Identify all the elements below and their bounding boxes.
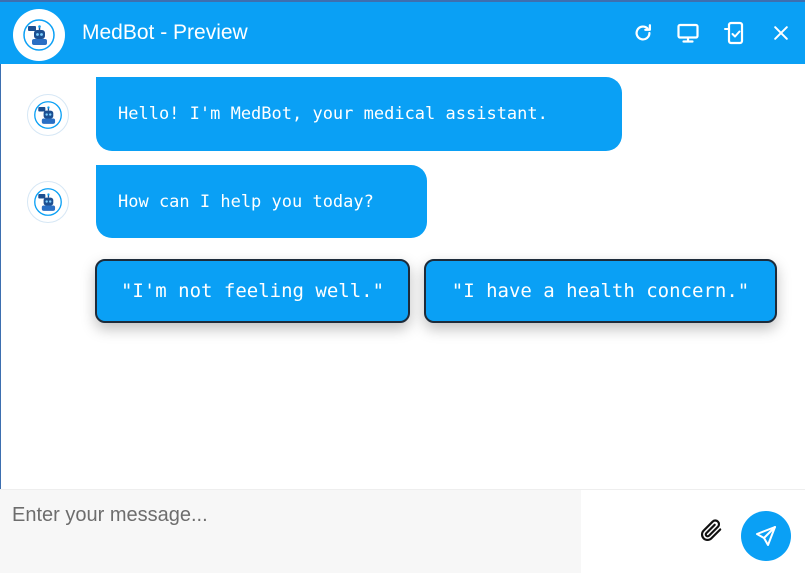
bot-avatar [27, 181, 69, 223]
desktop-view-button[interactable] [676, 21, 700, 45]
robot-avatar-icon [34, 188, 62, 216]
message-composer [0, 489, 805, 573]
attach-button[interactable] [697, 516, 725, 544]
mobile-icon [724, 21, 744, 45]
refresh-button[interactable] [631, 21, 655, 45]
bot-message: How can I help you today? [96, 165, 427, 238]
bot-avatar [27, 94, 69, 136]
header-title: MedBot - Preview [82, 21, 248, 44]
close-button[interactable] [769, 21, 793, 45]
close-icon [774, 26, 788, 40]
message-input[interactable] [0, 490, 581, 573]
bot-message: Hello! I'm MedBot, your medical assistan… [96, 77, 622, 151]
quick-reply-health-concern[interactable]: "I have a health concern." [424, 259, 777, 323]
send-icon [756, 526, 776, 546]
robot-avatar-icon [23, 19, 55, 51]
header-avatar [13, 9, 65, 61]
mobile-view-button[interactable] [723, 21, 747, 45]
chat-window: MedBot - Preview Hello! I'm MedBot, your… [0, 0, 805, 573]
chat-header: MedBot - Preview [0, 0, 805, 64]
desktop-icon [677, 23, 699, 43]
paperclip-icon [700, 519, 722, 541]
refresh-icon [635, 24, 651, 41]
send-button[interactable] [741, 511, 791, 561]
robot-avatar-icon [34, 101, 62, 129]
quick-reply-not-feeling-well[interactable]: "I'm not feeling well." [95, 259, 410, 323]
